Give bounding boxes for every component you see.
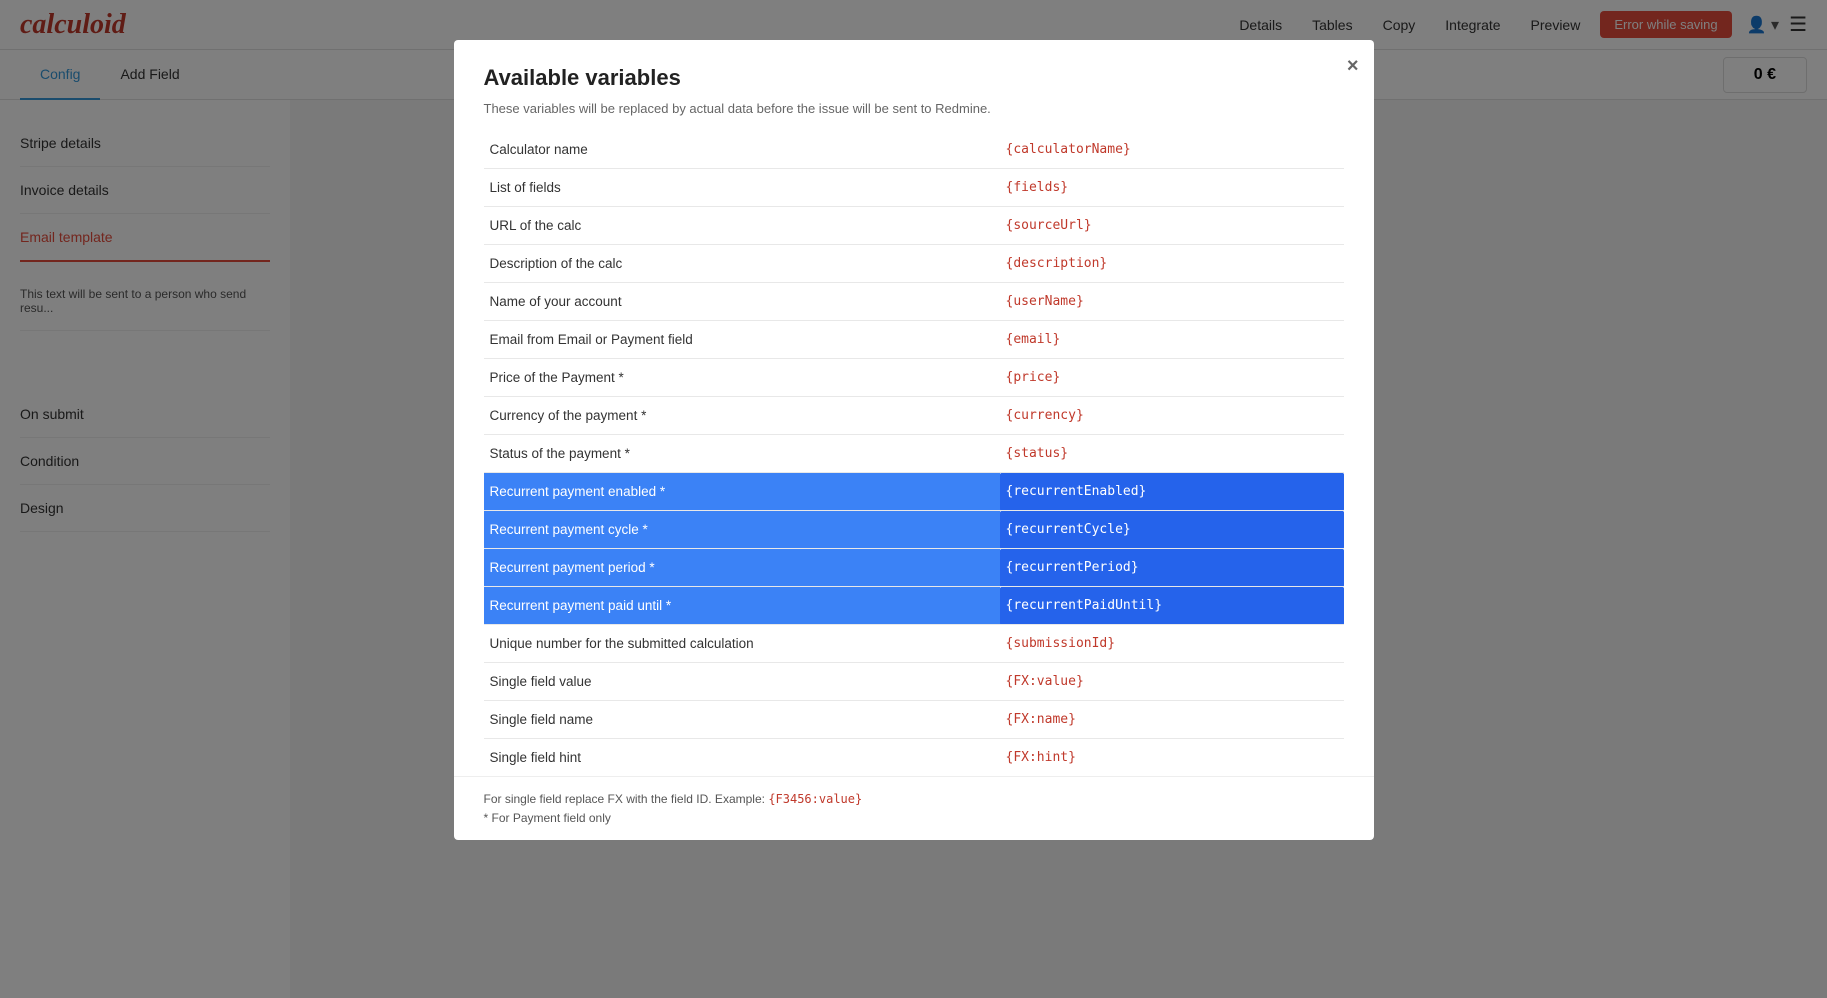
variable-label: Single field name bbox=[484, 701, 1000, 739]
table-row: Email from Email or Payment field{email} bbox=[484, 321, 1344, 359]
table-row: Single field name{FX:name} bbox=[484, 701, 1344, 739]
footer-example: {F3456:value} bbox=[768, 792, 862, 806]
variable-value: {description} bbox=[1000, 245, 1344, 283]
table-row: List of fields{fields} bbox=[484, 169, 1344, 207]
modal-subtitle: These variables will be replaced by actu… bbox=[454, 101, 1374, 131]
variable-value: {currency} bbox=[1000, 397, 1344, 435]
variable-label: Currency of the payment * bbox=[484, 397, 1000, 435]
variable-value: {recurrentPeriod} bbox=[1000, 549, 1344, 587]
variables-table: Calculator name{calculatorName}List of f… bbox=[484, 131, 1344, 776]
table-row: Currency of the payment *{currency} bbox=[484, 397, 1344, 435]
variable-label: Unique number for the submitted calculat… bbox=[484, 625, 1000, 663]
variable-label: Status of the payment * bbox=[484, 435, 1000, 473]
modal-overlay[interactable]: × Available variables These variables wi… bbox=[0, 0, 1827, 998]
variable-value: {FX:value} bbox=[1000, 663, 1344, 701]
variable-label: Name of your account bbox=[484, 283, 1000, 321]
variable-label: List of fields bbox=[484, 169, 1000, 207]
variable-value: {status} bbox=[1000, 435, 1344, 473]
variable-value: {calculatorName} bbox=[1000, 131, 1344, 169]
variable-value: {email} bbox=[1000, 321, 1344, 359]
table-row: Calculator name{calculatorName} bbox=[484, 131, 1344, 169]
variable-value: {recurrentEnabled} bbox=[1000, 473, 1344, 511]
table-row: Status of the payment *{status} bbox=[484, 435, 1344, 473]
table-row: Price of the Payment *{price} bbox=[484, 359, 1344, 397]
table-row: Single field hint{FX:hint} bbox=[484, 739, 1344, 777]
variable-value: {submissionId} bbox=[1000, 625, 1344, 663]
variable-label: Recurrent payment cycle * bbox=[484, 511, 1000, 549]
variable-label: Single field value bbox=[484, 663, 1000, 701]
modal-body: Calculator name{calculatorName}List of f… bbox=[454, 131, 1374, 776]
variable-value: {recurrentPaidUntil} bbox=[1000, 587, 1344, 625]
modal-title: Available variables bbox=[454, 40, 1374, 101]
variable-label: Price of the Payment * bbox=[484, 359, 1000, 397]
variable-label: Recurrent payment enabled * bbox=[484, 473, 1000, 511]
table-row: Recurrent payment paid until *{recurrent… bbox=[484, 587, 1344, 625]
table-row: URL of the calc{sourceUrl} bbox=[484, 207, 1344, 245]
variable-value: {price} bbox=[1000, 359, 1344, 397]
table-row: Single field value{FX:value} bbox=[484, 663, 1344, 701]
variable-value: {userName} bbox=[1000, 283, 1344, 321]
table-row: Recurrent payment enabled *{recurrentEna… bbox=[484, 473, 1344, 511]
modal-footer: For single field replace FX with the fie… bbox=[454, 776, 1374, 840]
variable-value: {fields} bbox=[1000, 169, 1344, 207]
variable-value: {sourceUrl} bbox=[1000, 207, 1344, 245]
footer-note: For single field replace FX with the fie… bbox=[484, 792, 765, 806]
table-row: Recurrent payment cycle *{recurrentCycle… bbox=[484, 511, 1344, 549]
modal-close-button[interactable]: × bbox=[1347, 55, 1359, 78]
variable-value: {recurrentCycle} bbox=[1000, 511, 1344, 549]
variable-label: URL of the calc bbox=[484, 207, 1000, 245]
table-row: Description of the calc{description} bbox=[484, 245, 1344, 283]
variable-label: Recurrent payment period * bbox=[484, 549, 1000, 587]
table-row: Recurrent payment period *{recurrentPeri… bbox=[484, 549, 1344, 587]
variable-value: {FX:hint} bbox=[1000, 739, 1344, 777]
table-row: Unique number for the submitted calculat… bbox=[484, 625, 1344, 663]
variable-label: Single field hint bbox=[484, 739, 1000, 777]
variable-value: {FX:name} bbox=[1000, 701, 1344, 739]
variables-modal: × Available variables These variables wi… bbox=[454, 40, 1374, 840]
footer-note2: * For Payment field only bbox=[484, 811, 1344, 825]
variable-label: Description of the calc bbox=[484, 245, 1000, 283]
variable-label: Calculator name bbox=[484, 131, 1000, 169]
table-row: Name of your account{userName} bbox=[484, 283, 1344, 321]
variable-label: Email from Email or Payment field bbox=[484, 321, 1000, 359]
variable-label: Recurrent payment paid until * bbox=[484, 587, 1000, 625]
